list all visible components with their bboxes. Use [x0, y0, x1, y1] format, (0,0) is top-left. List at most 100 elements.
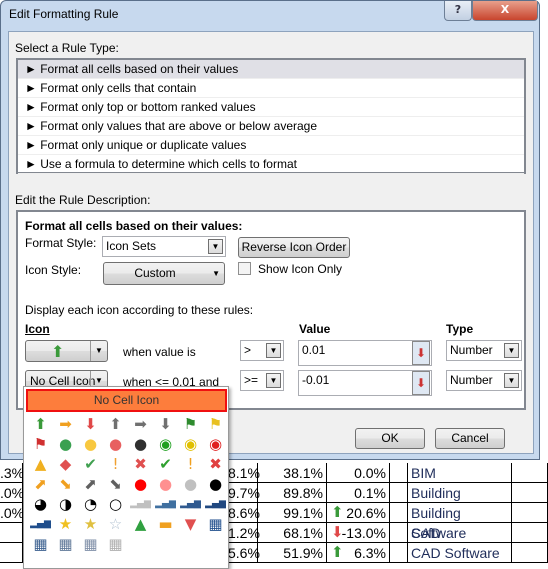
gray-down-arrow-icon[interactable]: ⬇	[153, 414, 178, 434]
cell-name[interactable]: BIM	[407, 463, 512, 483]
quarter-pie-icon[interactable]: ◔	[78, 494, 103, 514]
yellow-traffic-light-icon[interactable]: ◉	[178, 434, 203, 454]
two-boxes-icon[interactable]: ▦	[53, 534, 78, 554]
red-diamond-icon[interactable]: ◆	[53, 454, 78, 474]
yellow-right-arrow-icon[interactable]: ➡	[53, 414, 78, 434]
cell-a[interactable]: .0%	[0, 483, 24, 503]
cell-b[interactable]: 5.6%	[228, 543, 260, 563]
cell-c[interactable]: 99.1%	[258, 503, 327, 523]
type-select-1[interactable]: Number ▼	[446, 340, 522, 361]
signal-3-bars-icon[interactable]: ▂▄▆	[203, 494, 228, 514]
three-quarter-pie-icon[interactable]: ◕	[28, 494, 53, 514]
red-traffic-light-icon[interactable]: ◉	[203, 434, 228, 454]
cell-a[interactable]	[0, 523, 23, 543]
reverse-icon-order-button[interactable]: Reverse Icon Order	[238, 237, 350, 258]
cell-b[interactable]: 9.7%	[228, 483, 260, 503]
cell-c[interactable]: 38.1%	[258, 463, 327, 483]
yellow-circle-icon[interactable]: ●	[78, 434, 103, 454]
green-check-circle-icon[interactable]: ✔	[78, 454, 103, 474]
value-input-1[interactable]: 0.01 ⬇	[298, 340, 432, 366]
cell-b[interactable]: 1.2%	[228, 523, 260, 543]
gray-down-right-arrow-icon[interactable]: ⬊	[103, 474, 128, 494]
close-button[interactable]: X	[472, 1, 538, 21]
empty-star-icon[interactable]: ☆	[103, 514, 128, 534]
zero-boxes-icon[interactable]: ▦	[103, 534, 128, 554]
cell-empty[interactable]	[512, 463, 548, 483]
rule-type-item[interactable]: ► Format only top or bottom ranked value…	[18, 98, 524, 117]
signal-2-bars-icon[interactable]: ▂▄▆	[178, 494, 203, 514]
red-circle-icon[interactable]: ●	[103, 434, 128, 454]
cell-empty[interactable]	[512, 523, 548, 543]
one-box-icon[interactable]: ▦	[78, 534, 103, 554]
gray-up-arrow-icon[interactable]: ⬆	[103, 414, 128, 434]
show-icon-only-checkbox[interactable]	[238, 262, 251, 275]
format-style-select[interactable]: Icon Sets ▼	[102, 236, 226, 257]
value-input-2[interactable]: -0.01 ⬇	[298, 370, 432, 396]
green-flag-icon[interactable]: ⚑	[178, 414, 203, 434]
yellow-dash-icon[interactable]: ▬	[153, 514, 178, 534]
red-triangle-down-icon[interactable]: ▼	[178, 514, 203, 534]
red-x-circle-icon[interactable]: ✖	[128, 454, 153, 474]
cancel-button[interactable]: Cancel	[435, 428, 505, 449]
yellow-flag-icon[interactable]: ⚑	[203, 414, 228, 434]
pink-ball-icon[interactable]: ●	[153, 474, 178, 494]
green-circle-icon[interactable]: ●	[53, 434, 78, 454]
cell-c[interactable]: 51.9%	[258, 543, 327, 563]
cell-b[interactable]: 8.1%	[228, 463, 260, 483]
operator-select-2[interactable]: >= ▼	[240, 370, 284, 391]
red-ball-icon[interactable]: ●	[128, 474, 153, 494]
cell-a[interactable]: .0%	[0, 503, 24, 523]
three-boxes-icon[interactable]: ▦	[28, 534, 53, 554]
type-select-2[interactable]: Number ▼	[446, 370, 522, 391]
gray-up-right-arrow-icon[interactable]: ⬈	[78, 474, 103, 494]
cell-name[interactable]: CAD	[407, 523, 512, 543]
half-pie-icon[interactable]: ◑	[53, 494, 78, 514]
help-button[interactable]: ?	[444, 1, 472, 21]
rule-type-item[interactable]: ► Format only cells that contain	[18, 79, 524, 98]
cell-c[interactable]: 68.1%	[258, 523, 327, 543]
cell-empty[interactable]	[512, 483, 548, 503]
rule-type-item[interactable]: ► Format only unique or duplicate values	[18, 136, 524, 155]
rule-type-item[interactable]: ► Format only values that are above or b…	[18, 117, 524, 136]
black-circle-icon[interactable]: ●	[128, 434, 153, 454]
cell-a[interactable]	[0, 543, 23, 563]
gray-ball-icon[interactable]: ●	[178, 474, 203, 494]
rule-type-item[interactable]: ► Format all cells based on their values	[18, 60, 524, 79]
cell-b[interactable]: 8.6%	[228, 503, 260, 523]
cell-empty[interactable]	[512, 543, 548, 563]
green-up-arrow-icon[interactable]: ⬆	[28, 414, 53, 434]
empty-pie-icon[interactable]: ○	[103, 494, 128, 514]
operator-select-1[interactable]: > ▼	[240, 340, 284, 361]
rule-type-list[interactable]: ► Format all cells based on their values…	[16, 58, 526, 174]
rule-type-item[interactable]: ► Use a formula to determine which cells…	[18, 155, 524, 174]
cell-c[interactable]: 89.8%	[258, 483, 327, 503]
range-select-icon[interactable]: ⬇	[412, 371, 430, 395]
gold-star-icon[interactable]: ★	[53, 514, 78, 534]
signal-0-bars-icon[interactable]: ▂▄▆	[128, 494, 153, 514]
no-cell-icon-option[interactable]: No Cell Icon	[26, 389, 227, 412]
gray-right-arrow-icon[interactable]: ➡	[128, 414, 153, 434]
half-star-icon[interactable]: ★	[78, 514, 103, 534]
yellow-exclamation-icon[interactable]: !	[178, 454, 203, 474]
cell-change[interactable]: 0.0%	[327, 463, 390, 483]
red-down-arrow-icon[interactable]: ⬇	[78, 414, 103, 434]
cell-name[interactable]: Building Software	[407, 503, 512, 541]
red-x-icon[interactable]: ✖	[203, 454, 228, 474]
ok-button[interactable]: OK	[355, 428, 425, 449]
icon-select-1[interactable]: ⬆ ▼	[25, 340, 108, 362]
green-traffic-light-icon[interactable]: ◉	[153, 434, 178, 454]
four-boxes-icon[interactable]: ▦	[203, 514, 228, 534]
yellow-up-right-arrow-icon[interactable]: ⬈	[28, 474, 53, 494]
signal-1-bar-icon[interactable]: ▂▄▆	[153, 494, 178, 514]
green-check-icon[interactable]: ✔	[153, 454, 178, 474]
cell-change[interactable]: 0.1%	[327, 483, 390, 503]
cell-a[interactable]: .3%	[0, 463, 24, 483]
cell-name[interactable]: Building	[407, 483, 512, 503]
yellow-triangle-icon[interactable]: ▲	[28, 454, 53, 474]
range-select-icon[interactable]: ⬇	[412, 341, 430, 365]
icon-style-select[interactable]: Custom ▼	[103, 262, 225, 285]
red-flag-icon[interactable]: ⚑	[28, 434, 53, 454]
cell-empty[interactable]	[512, 503, 548, 523]
yellow-exclamation-circle-icon[interactable]: !	[103, 454, 128, 474]
yellow-down-right-arrow-icon[interactable]: ⬊	[53, 474, 78, 494]
